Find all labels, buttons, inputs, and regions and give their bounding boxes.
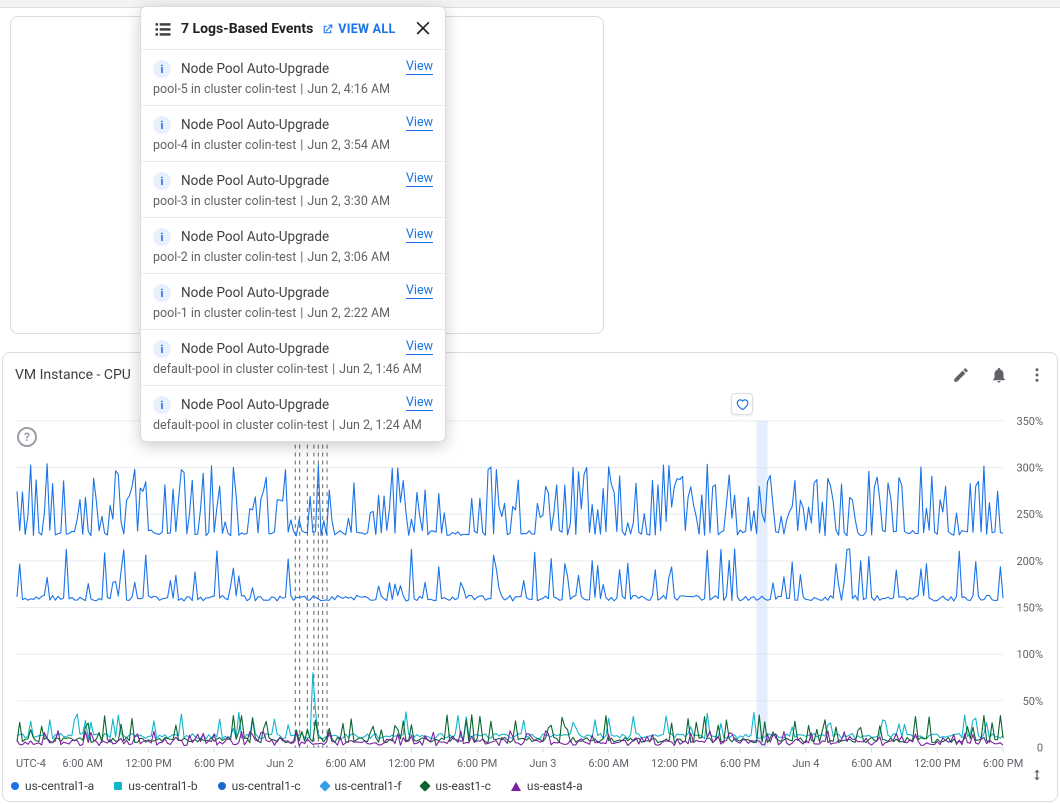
svg-text:Jun 4: Jun 4 bbox=[792, 757, 819, 770]
svg-text:350%: 350% bbox=[1016, 415, 1043, 428]
view-all-label: VIEW ALL bbox=[338, 22, 395, 37]
svg-text:6:00 AM: 6:00 AM bbox=[588, 757, 629, 770]
view-link[interactable]: View bbox=[406, 59, 433, 75]
legend-label: us-central1-b bbox=[128, 779, 197, 793]
svg-text:150%: 150% bbox=[1016, 602, 1043, 615]
logs-events-popup: 7 Logs-Based Events VIEW ALL i Node Pool … bbox=[140, 6, 446, 442]
event-subtitle: pool-1 in cluster colin-test|Jun 2, 2:22… bbox=[153, 306, 433, 321]
svg-text:200%: 200% bbox=[1016, 555, 1043, 568]
svg-text:Jun 2: Jun 2 bbox=[266, 757, 293, 770]
annotation-heart-badge[interactable] bbox=[731, 393, 753, 415]
open-external-icon bbox=[321, 23, 334, 36]
legend-item[interactable]: us-central1-c bbox=[218, 779, 301, 793]
legend-item[interactable]: us-east1-c bbox=[421, 779, 490, 793]
info-icon: i bbox=[153, 60, 171, 78]
view-all-link[interactable]: VIEW ALL bbox=[321, 22, 395, 37]
info-icon: i bbox=[153, 284, 171, 302]
svg-text:250%: 250% bbox=[1016, 508, 1043, 521]
view-link[interactable]: View bbox=[406, 227, 433, 243]
kebab-icon[interactable] bbox=[1027, 365, 1047, 385]
expand-arrows-icon[interactable] bbox=[1029, 767, 1045, 787]
event-title: Node Pool Auto-Upgrade bbox=[181, 397, 329, 413]
event-row: i Node Pool Auto-Upgrade View pool-2 in clu… bbox=[141, 217, 445, 273]
svg-text:6:00 AM: 6:00 AM bbox=[851, 757, 892, 770]
view-link[interactable]: View bbox=[406, 339, 433, 355]
svg-text:6:00 PM: 6:00 PM bbox=[457, 757, 497, 770]
svg-text:UTC-4: UTC-4 bbox=[16, 757, 46, 770]
event-row: i Node Pool Auto-Upgrade View default-pool … bbox=[141, 329, 445, 385]
legend-label: us-central1-f bbox=[335, 779, 402, 793]
legend-label: us-east4-a bbox=[527, 779, 583, 793]
legend-item[interactable]: us-central1-a bbox=[11, 779, 94, 793]
view-link[interactable]: View bbox=[406, 283, 433, 299]
event-title: Node Pool Auto-Upgrade bbox=[181, 341, 329, 357]
event-title: Node Pool Auto-Upgrade bbox=[181, 229, 329, 245]
chart-title: VM Instance - CPU bbox=[15, 367, 131, 383]
legend-item[interactable]: us-central1-f bbox=[321, 779, 402, 793]
svg-text:12:00 PM: 12:00 PM bbox=[125, 757, 172, 770]
list-icon bbox=[153, 19, 173, 39]
legend-item[interactable]: us-central1-b bbox=[114, 779, 197, 793]
view-link[interactable]: View bbox=[406, 115, 433, 131]
info-icon: i bbox=[153, 116, 171, 134]
info-icon: i bbox=[153, 228, 171, 246]
svg-text:6:00 AM: 6:00 AM bbox=[62, 757, 103, 770]
svg-text:6:00 PM: 6:00 PM bbox=[720, 757, 760, 770]
event-title: Node Pool Auto-Upgrade bbox=[181, 61, 329, 77]
view-link[interactable]: View bbox=[406, 395, 433, 411]
svg-text:0: 0 bbox=[1037, 741, 1043, 754]
event-title: Node Pool Auto-Upgrade bbox=[181, 117, 329, 133]
svg-text:12:00 PM: 12:00 PM bbox=[388, 757, 435, 770]
event-subtitle: pool-4 in cluster colin-test|Jun 2, 3:54… bbox=[153, 138, 433, 153]
svg-text:Jun 3: Jun 3 bbox=[529, 757, 556, 770]
event-row: i Node Pool Auto-Upgrade View pool-1 in clu… bbox=[141, 273, 445, 329]
event-subtitle: pool-3 in cluster colin-test|Jun 2, 3:30… bbox=[153, 194, 433, 209]
info-icon: i bbox=[153, 340, 171, 358]
event-subtitle: default-pool in cluster colin-test|Jun 2… bbox=[153, 362, 433, 377]
event-title: Node Pool Auto-Upgrade bbox=[181, 285, 329, 301]
plot-area[interactable]: 0 50% 100% 150% 200% 250% 300% 350% UTC-4 6:00 AM… bbox=[11, 415, 1049, 791]
heart-icon bbox=[735, 397, 749, 411]
event-row: i Node Pool Auto-Upgrade View pool-4 in clu… bbox=[141, 105, 445, 161]
event-subtitle: default-pool in cluster colin-test|Jun 2… bbox=[153, 418, 433, 433]
event-row: i Node Pool Auto-Upgrade View pool-5 in clu… bbox=[141, 49, 445, 105]
legend-label: us-central1-a bbox=[25, 779, 94, 793]
info-icon: i bbox=[153, 172, 171, 190]
info-icon: i bbox=[153, 396, 171, 414]
svg-text:300%: 300% bbox=[1016, 462, 1043, 475]
svg-text:50%: 50% bbox=[1023, 695, 1043, 708]
event-title: Node Pool Auto-Upgrade bbox=[181, 173, 329, 189]
bell-icon[interactable] bbox=[989, 365, 1009, 385]
chart-legend: us-central1-a us-central1-b us-central1-c u… bbox=[11, 773, 1023, 793]
popup-title: 7 Logs-Based Events bbox=[181, 21, 313, 37]
svg-text:12:00 PM: 12:00 PM bbox=[651, 757, 698, 770]
event-subtitle: pool-2 in cluster colin-test|Jun 2, 3:06… bbox=[153, 250, 433, 265]
edit-icon[interactable] bbox=[951, 365, 971, 385]
event-row: i Node Pool Auto-Upgrade View default-pool … bbox=[141, 385, 445, 441]
view-link[interactable]: View bbox=[406, 171, 433, 187]
close-icon[interactable] bbox=[413, 17, 433, 41]
event-row: i Node Pool Auto-Upgrade View pool-3 in clu… bbox=[141, 161, 445, 217]
legend-item[interactable]: us-east4-a bbox=[511, 779, 583, 793]
legend-label: us-east1-c bbox=[435, 779, 490, 793]
svg-text:100%: 100% bbox=[1016, 648, 1043, 661]
svg-text:6:00 AM: 6:00 AM bbox=[325, 757, 366, 770]
svg-text:6:00 PM: 6:00 PM bbox=[983, 757, 1023, 770]
svg-text:12:00 PM: 12:00 PM bbox=[914, 757, 961, 770]
event-subtitle: pool-5 in cluster colin-test|Jun 2, 4:16… bbox=[153, 82, 433, 97]
legend-label: us-central1-c bbox=[232, 779, 301, 793]
svg-text:6:00 PM: 6:00 PM bbox=[194, 757, 234, 770]
